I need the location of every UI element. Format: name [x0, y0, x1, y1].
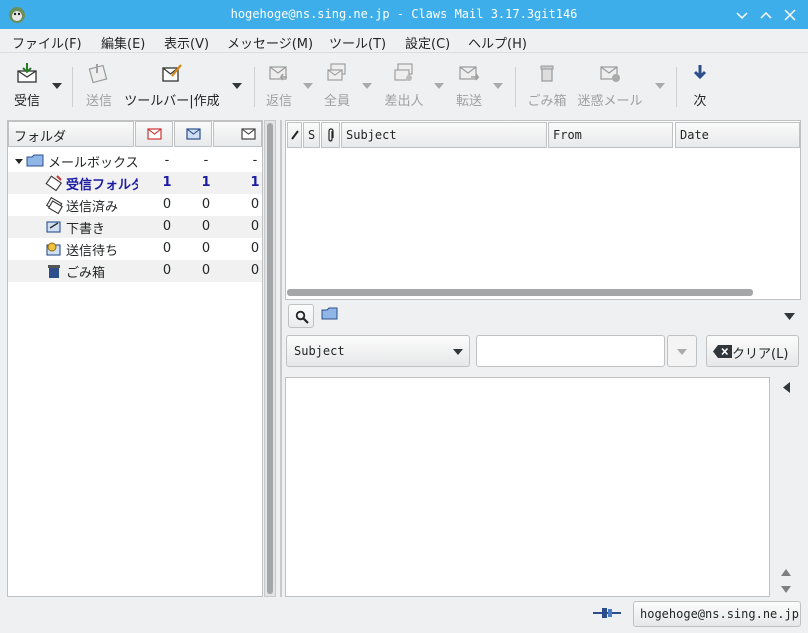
online-connection-icon[interactable] [593, 606, 621, 620]
search-field-select[interactable]: Subject [286, 335, 470, 367]
unread-mail-icon [186, 128, 201, 140]
arrow-down-icon [693, 65, 707, 80]
mailbox-icon [26, 154, 44, 167]
reply-sender-button[interactable]: 差出人 [383, 61, 425, 109]
attachment-column-header[interactable] [321, 122, 340, 148]
pencil-icon [291, 130, 299, 140]
toolbar-separator [254, 67, 255, 107]
menu-file[interactable]: ファイル(F) [12, 33, 82, 52]
folder-row-inbox[interactable]: 受信フォルダ 1 1 1 [8, 172, 262, 194]
total-mail-icon [241, 128, 256, 140]
subject-column-header[interactable]: Subject [341, 122, 547, 148]
window-title: hogehoge@ns.sing.ne.jp - Claws Mail 3.17… [230, 7, 578, 21]
send-button[interactable]: 送信 [84, 61, 114, 109]
message-view-scrollbar[interactable] [771, 377, 801, 597]
status-column-header[interactable]: S [303, 122, 320, 148]
reply-icon [269, 66, 287, 81]
folder-row-trash[interactable]: ごみ箱 0 0 0 [8, 260, 262, 282]
compose-dropdown[interactable] [232, 83, 242, 89]
folder-tree[interactable]: フォルダ メールボックス - - - 受信フォルダ 1 1 1 送信済み 0 0… [7, 120, 263, 597]
drafts-icon [46, 221, 61, 233]
chevron-left-icon[interactable] [783, 382, 790, 393]
mark-column-header[interactable] [287, 122, 302, 148]
scroll-up-icon[interactable] [781, 569, 791, 576]
trash-icon [540, 65, 554, 82]
message-view[interactable] [285, 377, 770, 597]
chevron-down-icon [453, 349, 463, 355]
toolbar: 受信 送信 ツールバー|作成 返信 全員 差出人 転送 ごみ箱 迷惑メール 次 [0, 52, 808, 118]
message-list-hscrollbar[interactable] [287, 289, 753, 296]
new-count-header[interactable] [135, 121, 173, 147]
menu-message[interactable]: メッセージ(M) [227, 33, 313, 52]
paperclip-icon [328, 128, 334, 142]
next-button[interactable]: 次 [688, 61, 712, 109]
folder-row-drafts[interactable]: 下書き 0 0 0 [8, 216, 262, 238]
menu-config[interactable]: 設定(C) [405, 33, 450, 52]
search-input[interactable] [476, 335, 665, 367]
chevron-down-icon [677, 349, 687, 355]
spam-button[interactable]: 迷惑メール [577, 61, 643, 109]
trash-button[interactable]: ごみ箱 [526, 61, 568, 109]
expander-icon[interactable] [15, 157, 23, 165]
forward-dropdown[interactable] [493, 83, 503, 89]
date-column-header[interactable]: Date [675, 122, 800, 148]
search-history-dropdown[interactable] [667, 335, 697, 367]
reply-dropdown[interactable] [303, 83, 313, 89]
backspace-icon [713, 345, 732, 358]
reply-all-icon [327, 63, 346, 81]
menu-view[interactable]: 表示(V) [164, 33, 209, 52]
folder-row-sent[interactable]: 送信済み 0 0 0 [8, 194, 262, 216]
receive-dropdown[interactable] [52, 83, 62, 89]
menu-tools[interactable]: ツール(T) [329, 33, 386, 52]
minimize-icon[interactable] [733, 6, 751, 24]
spam-icon [600, 66, 620, 82]
folder-row-mailbox[interactable]: メールボックス - - - [8, 150, 262, 172]
close-icon[interactable] [781, 6, 799, 24]
forward-button[interactable]: 転送 [454, 61, 484, 109]
queue-icon [46, 242, 61, 256]
reply-sender-dropdown[interactable] [434, 83, 444, 89]
folder-column-header[interactable]: フォルダ [8, 121, 134, 147]
compose-icon [162, 64, 182, 82]
inbox-icon [45, 175, 62, 192]
spam-dropdown[interactable] [655, 83, 665, 89]
from-column-header[interactable]: From [548, 122, 673, 148]
total-count-header[interactable] [213, 121, 262, 147]
search-toggle-button[interactable] [288, 304, 314, 328]
search-icon [295, 310, 309, 324]
sent-icon [46, 196, 63, 214]
pane-divider[interactable] [280, 120, 282, 597]
send-icon [88, 64, 108, 84]
maximize-icon[interactable] [757, 6, 775, 24]
toolbar-separator [676, 67, 677, 107]
scroll-down-icon[interactable] [781, 586, 791, 593]
forward-icon [459, 66, 480, 81]
folder-scrollbar[interactable] [264, 120, 276, 597]
toolbar-separator [515, 67, 516, 107]
compose-button[interactable]: ツールバー|作成 [122, 61, 222, 109]
message-list[interactable]: S Subject From Date [285, 120, 801, 300]
account-selector[interactable]: hogehoge@ns.sing.ne.jp [633, 601, 801, 627]
reply-all-dropdown[interactable] [362, 83, 372, 89]
unread-count-header[interactable] [174, 121, 212, 147]
clear-button[interactable]: クリア(L) [706, 335, 799, 367]
reply-all-button[interactable]: 全員 [322, 61, 352, 109]
chevron-down-icon[interactable] [784, 313, 795, 320]
trash-folder-icon [48, 265, 60, 278]
folder-row-queue[interactable]: 送信待ち 0 0 0 [8, 238, 262, 260]
title-bar: hogehoge@ns.sing.ne.jp - Claws Mail 3.17… [0, 0, 808, 29]
reply-sender-icon [394, 63, 413, 81]
reply-button[interactable]: 返信 [264, 61, 294, 109]
receive-icon [17, 63, 37, 83]
menu-edit[interactable]: 編集(E) [101, 33, 145, 52]
new-mail-icon [147, 128, 162, 140]
toolbar-separator [72, 67, 73, 107]
receive-button[interactable]: 受信 [12, 61, 42, 109]
scrollbar-thumb[interactable] [267, 123, 273, 594]
menu-bar: ファイル(F) 編集(E) 表示(V) メッセージ(M) ツール(T) 設定(C… [0, 29, 808, 52]
folder-icon [321, 307, 338, 320]
menu-help[interactable]: ヘルプ(H) [468, 33, 527, 52]
